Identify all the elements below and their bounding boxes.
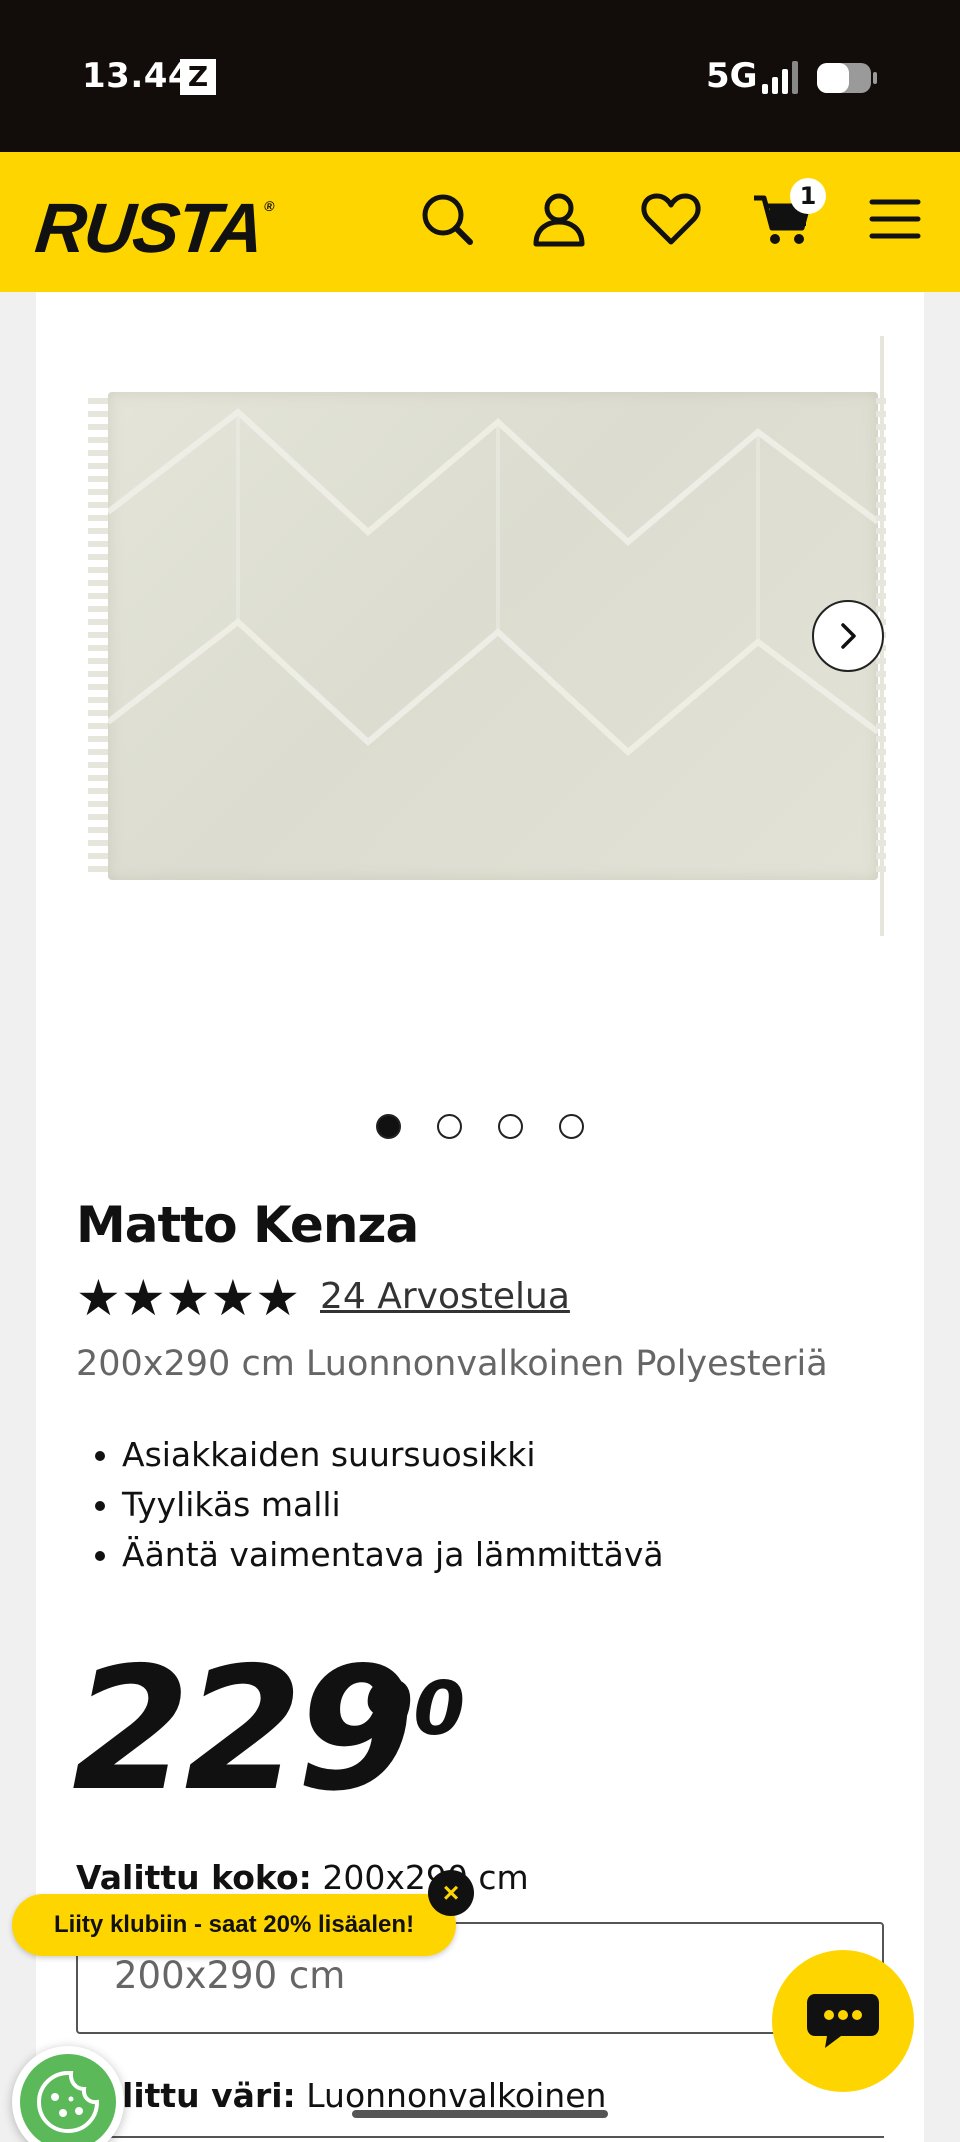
gallery-dot-2[interactable] (437, 1114, 462, 1139)
account-button[interactable] (526, 186, 592, 252)
gallery-pagination (376, 1114, 584, 1139)
next-image-button[interactable] (812, 600, 884, 672)
search-icon (422, 194, 473, 245)
product-subtitle: 200x290 cm Luonnonvalkoinen Polyesteriä (76, 1344, 828, 1384)
size-label-value: 200x290 cm (322, 1858, 529, 1897)
color-select-border (76, 2136, 884, 2138)
highlight-item: Ääntä vaimentava ja lämmittävä (122, 1530, 664, 1580)
chat-icon (807, 1994, 879, 2048)
search-button[interactable] (414, 186, 480, 252)
status-time: 13.44 (82, 56, 193, 96)
page-gutter-left (0, 292, 36, 2142)
rusta-logo[interactable]: RUSTA® (32, 188, 275, 268)
network-type: 5G (706, 56, 758, 96)
home-indicator[interactable] (352, 2110, 608, 2118)
product-image-gallery[interactable] (36, 330, 886, 950)
highlight-item: Asiakkaiden suursuosikki (122, 1430, 664, 1480)
cookie-icon (20, 2054, 116, 2142)
product-highlights: Asiakkaiden suursuosikki Tyylikäs malli … (122, 1430, 664, 1580)
signal-icon (762, 61, 798, 94)
battery-icon (817, 63, 877, 93)
heart-icon (641, 193, 701, 245)
price-cents: 90 (362, 1666, 465, 1752)
account-icon (533, 193, 585, 247)
product-image (108, 392, 878, 880)
chevron-right-icon (841, 623, 856, 649)
reviews-link[interactable]: 24 Arvostelua (320, 1276, 570, 1317)
product-title: Matto Kenza (76, 1196, 419, 1254)
cart-count-badge: 1 (790, 178, 826, 214)
gallery-dot-1[interactable] (376, 1114, 401, 1139)
menu-icon (869, 199, 921, 239)
page-gutter-right (924, 292, 960, 2142)
site-header: RUSTA® 1 (0, 152, 960, 292)
highlight-item: Tyylikäs malli (122, 1480, 664, 1530)
size-label-prefix: Valittu koko: (76, 1858, 312, 1897)
logo-registered-mark: ® (263, 198, 274, 214)
wishlist-button[interactable] (638, 186, 704, 252)
chat-button[interactable] (772, 1950, 914, 2092)
gallery-dot-4[interactable] (559, 1114, 584, 1139)
rating-stars: ★★★★★ (76, 1270, 301, 1326)
status-bar: 13.44 Z 5G (0, 0, 960, 152)
app-notification-icon: Z (180, 59, 216, 95)
club-banner-close-button[interactable]: × (428, 1870, 474, 1916)
logo-text: RUSTA (31, 189, 267, 267)
rug-fringe-left (88, 398, 110, 874)
rug-pattern (108, 408, 878, 757)
price-main: 229 (72, 1631, 415, 1829)
gallery-dot-3[interactable] (498, 1114, 523, 1139)
club-banner[interactable]: Liity klubiin - saat 20% lisäalen! (12, 1894, 456, 1956)
menu-button[interactable] (862, 186, 928, 252)
